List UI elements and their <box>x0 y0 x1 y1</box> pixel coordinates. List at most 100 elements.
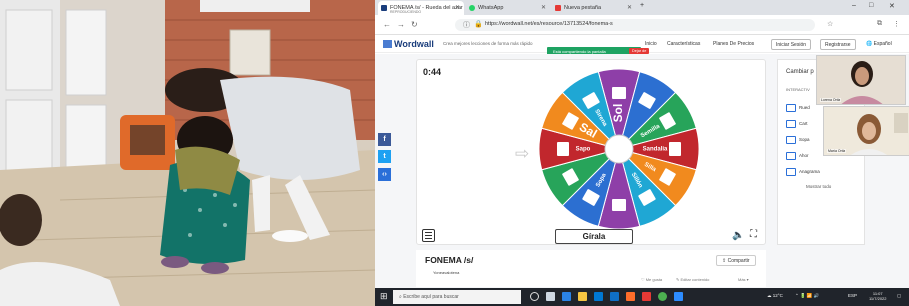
taskbar-search-input[interactable]: ⌕ Escribe aquí para buscar <box>393 290 521 304</box>
tab-wordwall[interactable]: FONEMA /s/ - Rueda del azar REPRODUCIEND… <box>378 1 464 15</box>
template-icon <box>786 119 796 128</box>
cortana-icon[interactable] <box>530 292 539 301</box>
game-area: 0:44 ⇨ Sol Semilla Sandalia Silla Sillón Sopa… <box>416 59 766 245</box>
login-button[interactable]: Iniciar Sesión <box>771 39 812 50</box>
system-tray-icons[interactable]: ⌃ 🔋 📶 🔊 <box>795 293 819 299</box>
input-language[interactable]: ESP <box>848 293 857 298</box>
info-icon[interactable]: ⓘ <box>463 20 470 30</box>
participant-name: Lorena Ortiz <box>820 98 842 102</box>
address-bar: ← → ↻ ⓘ 🔒 https://wordwall.net/es/resour… <box>375 15 909 35</box>
template-rueda[interactable]: Rued <box>786 103 810 112</box>
template-label: Cart <box>799 121 808 126</box>
photo-illustration <box>0 0 375 306</box>
close-tab-icon[interactable]: ✕ <box>627 4 632 11</box>
template-icon <box>786 135 796 144</box>
spin-button[interactable]: Gírala <box>555 229 633 244</box>
timer: 0:44 <box>423 67 442 77</box>
new-tab-plus-icon[interactable]: + <box>640 2 644 9</box>
embed-code-icon[interactable]: ‹› <box>378 168 391 181</box>
sound-icon[interactable]: 🔈 <box>732 230 744 241</box>
zoom-icon[interactable] <box>674 292 683 301</box>
logo-text: Wordwall <box>394 39 434 49</box>
template-icon <box>786 167 796 176</box>
new-tab-favicon-icon <box>555 5 561 11</box>
chrome-icon[interactable] <box>658 292 667 301</box>
template-cartas[interactable]: Cart <box>786 119 808 128</box>
wheel-svg: SolSemillaSandaliaSillaSillónSopaSapoSal… <box>538 68 700 230</box>
lock-icon: 🔒 <box>474 21 483 28</box>
segment-picture-card <box>557 142 569 156</box>
activity-author[interactable]: Yoneavalotena <box>433 270 459 275</box>
minimize-icon[interactable]: – <box>852 2 856 9</box>
weather-widget[interactable]: ☁ 12°C <box>767 293 783 299</box>
video-participant-1[interactable]: Lorena Ortiz <box>816 55 906 105</box>
media-app-icon[interactable] <box>642 292 651 301</box>
segment-picture-card <box>612 199 626 211</box>
edit-content-button[interactable]: ✎ Editar contenido <box>676 277 709 282</box>
extensions-icon[interactable]: ⧉ <box>877 20 882 28</box>
edge-icon[interactable] <box>562 292 571 301</box>
wordwall-favicon-icon <box>381 5 387 11</box>
classroom-photo <box>0 0 375 306</box>
nav-inicio[interactable]: Inicio <box>645 41 657 47</box>
show-all-link[interactable]: Mostrar todo <box>806 184 831 189</box>
notifications-icon[interactable]: ▢ <box>897 293 901 299</box>
close-window-icon[interactable]: ✕ <box>889 2 895 10</box>
maximize-icon[interactable]: □ <box>869 2 873 9</box>
mail-icon[interactable] <box>610 292 619 301</box>
firefox-icon[interactable] <box>626 292 635 301</box>
activity-title: FONEMA /s/ <box>425 255 474 265</box>
template-ahorcado[interactable]: Ahor <box>786 151 809 160</box>
browser-window: FONEMA /s/ - Rueda del azar REPRODUCIEND… <box>375 0 909 306</box>
close-tab-icon[interactable]: ✕ <box>455 4 460 11</box>
url-text: https://wordwall.net/es/resource/1371352… <box>485 21 613 27</box>
spin-wheel[interactable]: Sol Semilla Sandalia Silla Sillón Sopa Sapo Sal… <box>538 68 700 230</box>
tab-label: Nueva pestaña <box>564 5 601 11</box>
wordwall-logo[interactable]: Wordwall <box>383 39 434 49</box>
forward-arrow-icon[interactable]: → <box>397 20 405 29</box>
tab-new-tab[interactable]: Nueva pestaña ✕ <box>552 1 636 15</box>
wheel-hub <box>604 134 634 164</box>
windows-start-icon[interactable]: ⊞ <box>380 291 388 302</box>
menu-icon[interactable] <box>422 229 435 242</box>
template-label: Sopa <box>799 137 810 142</box>
video-participant-2[interactable]: María Ortiz <box>823 106 909 156</box>
wheel-segment-label: Sol <box>611 104 625 123</box>
tab-label: WhatsApp <box>478 5 504 11</box>
back-arrow-icon[interactable]: ← <box>383 20 391 29</box>
store-icon[interactable] <box>594 292 603 301</box>
nav-caracteristicas[interactable]: Características <box>667 41 700 47</box>
facebook-share-icon[interactable]: f <box>378 133 391 146</box>
tab-whatsapp[interactable]: WhatsApp ✕ <box>466 1 550 15</box>
whatsapp-favicon-icon <box>469 5 475 11</box>
more-button[interactable]: Más ▾ <box>738 277 749 282</box>
reload-icon[interactable]: ↻ <box>411 20 418 29</box>
stop-sharing-label: Dejar de <box>632 49 647 53</box>
participant-name: María Ortiz <box>827 149 847 153</box>
template-label: Ahor <box>799 153 809 158</box>
file-explorer-icon[interactable] <box>578 292 587 301</box>
twitter-share-icon[interactable]: t <box>378 150 391 163</box>
fullscreen-icon[interactable]: ⛶ <box>750 229 757 240</box>
segment-picture-card <box>669 142 681 156</box>
like-button[interactable]: ♡ Me gusta <box>641 277 662 282</box>
bookmark-star-icon[interactable]: ☆ <box>827 20 833 28</box>
edit-label: Editar contenido <box>680 277 710 282</box>
more-label: Más <box>738 277 746 282</box>
template-anagrama[interactable]: Anagrama <box>786 167 820 176</box>
template-icon <box>786 103 796 112</box>
segment-picture-card <box>612 87 626 99</box>
menu-dots-icon[interactable]: ⋮ <box>893 20 900 28</box>
wordwall-logo-icon <box>383 40 392 48</box>
panel-subtitle: INTERACTIV <box>786 87 810 92</box>
language-selector[interactable]: 🌐 Español <box>866 41 892 47</box>
share-button[interactable]: ⇪ Compartir <box>716 255 756 266</box>
template-sopa[interactable]: Sopa <box>786 135 810 144</box>
task-view-icon[interactable] <box>546 292 555 301</box>
taskbar-clock[interactable]: 11:07 11/7/2022 <box>869 291 887 301</box>
windows-taskbar: ⊞ ⌕ Escribe aquí para buscar ☁ 12°C ⌃ 🔋 … <box>375 288 909 306</box>
close-tab-icon[interactable]: ✕ <box>541 4 546 11</box>
tagline: Crea mejores lecciones de forma más rápi… <box>443 41 533 46</box>
register-button[interactable]: Registrarse <box>820 39 856 50</box>
nav-planes[interactable]: Planes De Precios <box>713 41 754 47</box>
